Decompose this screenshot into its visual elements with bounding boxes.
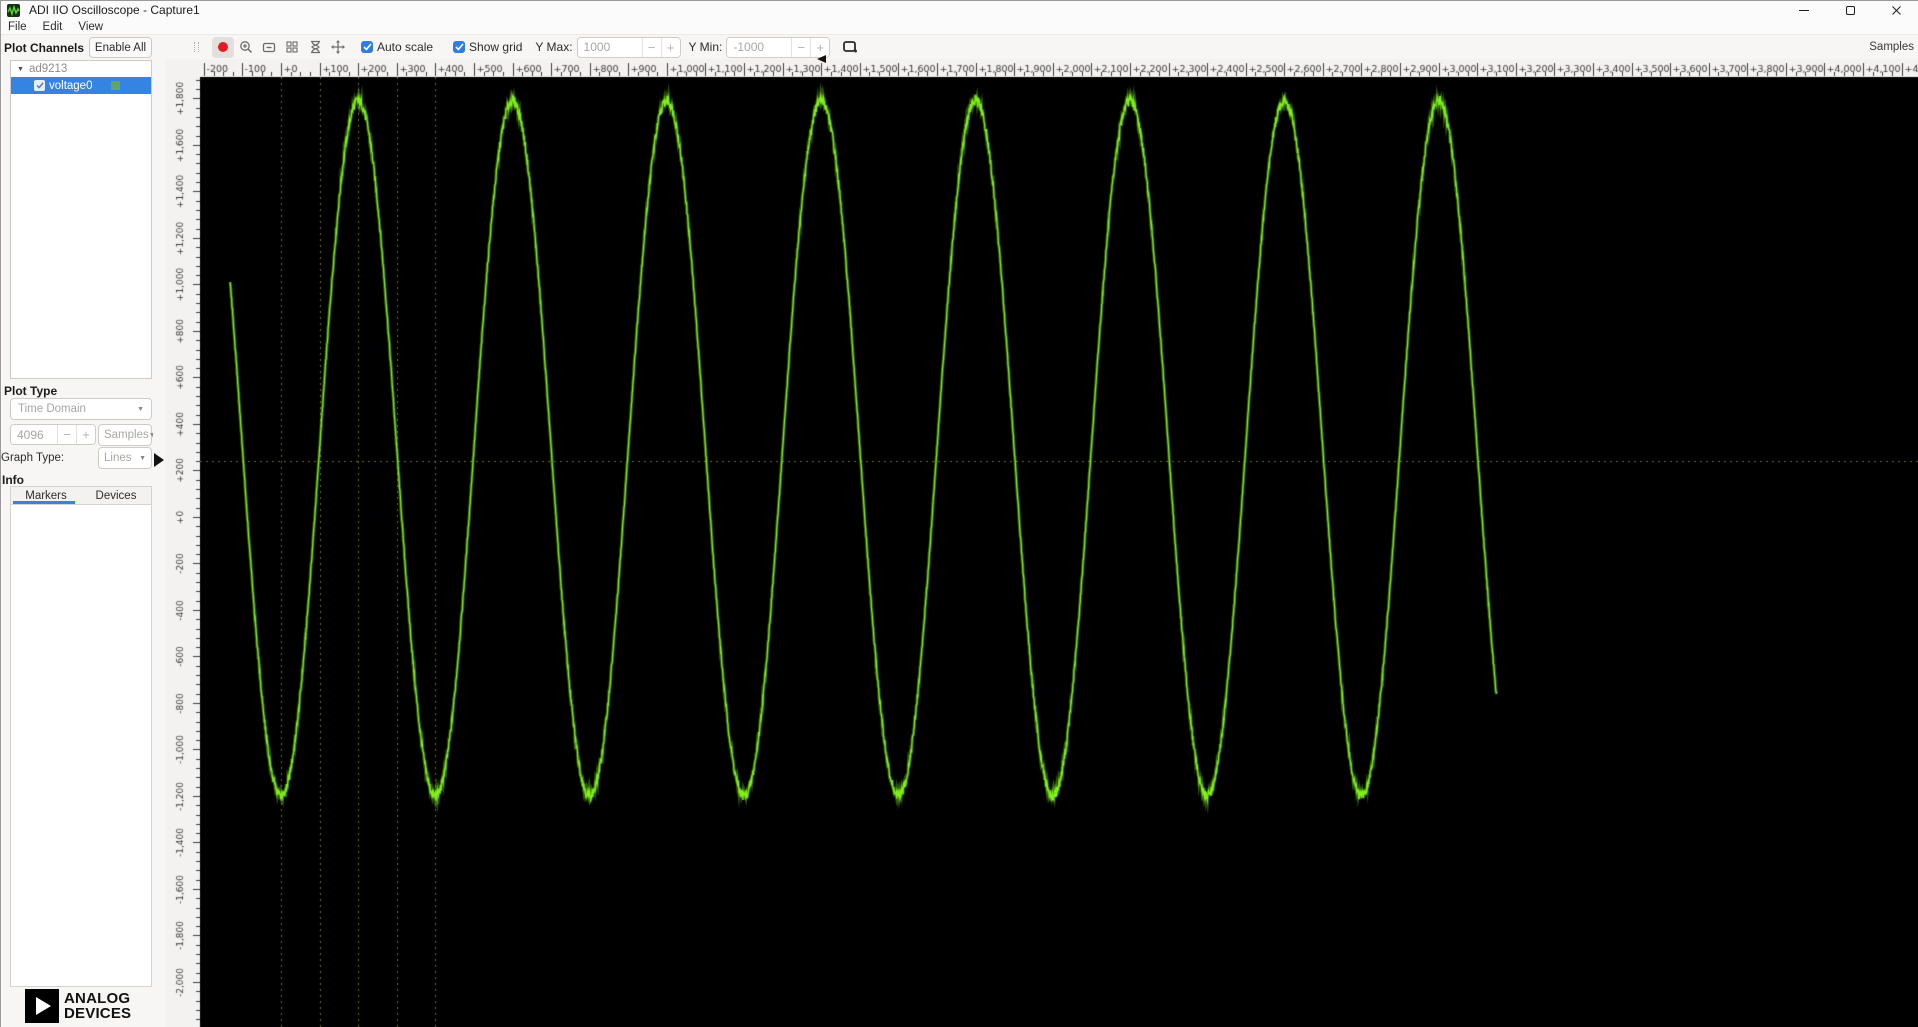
active-tab-underline bbox=[13, 501, 75, 504]
y-marker-arrow-icon[interactable] bbox=[154, 453, 164, 468]
move-button[interactable] bbox=[327, 37, 349, 58]
y-max-decrement-button[interactable]: − bbox=[641, 37, 661, 57]
tab-markers[interactable]: Markers bbox=[11, 487, 81, 504]
y-max-label: Y Max: bbox=[535, 40, 573, 54]
sample-count-spinner: − + bbox=[10, 424, 96, 445]
capture-toolbar: Auto scale Show grid Y Max: − + Y Min: −… bbox=[153, 35, 1918, 59]
y-min-label: Y Min: bbox=[688, 40, 723, 54]
expander-icon[interactable]: ▼ bbox=[17, 66, 24, 73]
y-min-increment-button[interactable]: + bbox=[810, 37, 830, 57]
channel-name: voltage0 bbox=[49, 79, 93, 92]
sample-unit-value: Samples bbox=[104, 429, 149, 441]
menu-view[interactable]: View bbox=[70, 19, 111, 35]
y-min-decrement-button[interactable]: − bbox=[791, 37, 811, 57]
channel-checkbox-checked-icon[interactable] bbox=[34, 80, 45, 91]
plot-type-heading: Plot Type bbox=[4, 384, 58, 398]
maximize-button[interactable] bbox=[1827, 1, 1873, 19]
logo-line2: DEVICES bbox=[64, 1005, 132, 1022]
sample-count-decrement-button[interactable]: − bbox=[57, 425, 76, 444]
sample-count-increment-button[interactable]: + bbox=[76, 425, 95, 444]
zoom-out-button[interactable] bbox=[258, 37, 280, 58]
chevron-down-icon: ▼ bbox=[139, 454, 146, 462]
sidebar: Plot Channels Enable All ▼ ad9213 voltag… bbox=[1, 35, 156, 1027]
y-max-input[interactable] bbox=[577, 37, 642, 57]
graph-type-dropdown[interactable]: Lines ▼ bbox=[98, 447, 152, 469]
y-max-spinner: − + bbox=[576, 36, 681, 58]
logo-line1: ANALOG bbox=[64, 990, 131, 1007]
analog-devices-logo: ANALOG DEVICES bbox=[25, 989, 131, 1023]
oscilloscope-plot-canvas[interactable] bbox=[165, 59, 1918, 1027]
show-grid-checkbox[interactable]: Show grid bbox=[453, 40, 522, 54]
info-tabbar: Markers Devices bbox=[10, 486, 152, 505]
record-icon bbox=[218, 42, 228, 52]
menubar: File Edit View bbox=[1, 19, 1918, 35]
info-panel bbox=[10, 505, 152, 987]
tab-devices[interactable]: Devices bbox=[81, 487, 151, 504]
y-min-input[interactable] bbox=[727, 37, 792, 57]
auto-scale-checkbox[interactable]: Auto scale bbox=[361, 40, 433, 54]
plot-channels-heading: Plot Channels bbox=[4, 41, 85, 55]
device-name: ad9213 bbox=[28, 63, 68, 75]
maximize-icon bbox=[1845, 5, 1855, 15]
auto-scale-label: Auto scale bbox=[377, 40, 434, 54]
graph-type-label: Graph Type: bbox=[1, 452, 65, 464]
close-button[interactable] bbox=[1873, 1, 1918, 19]
tree-device-row-ad9213[interactable]: ▼ ad9213 bbox=[11, 61, 151, 77]
titlebar: ADI IIO Oscilloscope - Capture1 bbox=[1, 1, 1918, 19]
toolbar-grip-handle[interactable] bbox=[194, 42, 200, 52]
chevron-down-icon: ▼ bbox=[137, 405, 144, 413]
zoom-fit-icon bbox=[286, 41, 298, 53]
channel-color-swatch bbox=[111, 81, 120, 90]
adi-logo-icon bbox=[25, 989, 59, 1023]
auto-refresh-button[interactable] bbox=[304, 37, 326, 58]
checkbox-checked-icon bbox=[361, 41, 373, 53]
channel-row-voltage0[interactable]: voltage0 bbox=[11, 77, 151, 94]
minimize-icon bbox=[1799, 10, 1809, 11]
sample-count-input[interactable] bbox=[11, 425, 57, 444]
graph-type-value: Lines bbox=[104, 452, 132, 464]
zoom-out-icon bbox=[262, 42, 276, 53]
x-axis-unit-label: Samples bbox=[1869, 41, 1914, 53]
capture-plot bbox=[165, 59, 1918, 1027]
new-plot-button[interactable] bbox=[839, 37, 861, 58]
x-marker-arrow-icon[interactable] bbox=[817, 55, 827, 63]
plot-type-value: Time Domain bbox=[18, 403, 86, 415]
enable-all-button[interactable]: Enable All bbox=[89, 37, 152, 58]
y-max-increment-button[interactable]: + bbox=[660, 37, 680, 57]
plot-type-dropdown[interactable]: Time Domain ▼ bbox=[10, 398, 152, 420]
record-capture-button[interactable] bbox=[212, 36, 234, 58]
tab-devices-label: Devices bbox=[95, 490, 137, 502]
menu-edit[interactable]: Edit bbox=[35, 19, 71, 35]
y-min-spinner: − + bbox=[726, 36, 831, 58]
minimize-button[interactable] bbox=[1781, 1, 1827, 19]
zoom-in-icon bbox=[240, 41, 253, 54]
show-grid-label: Show grid bbox=[469, 40, 523, 54]
app-icon bbox=[7, 3, 20, 17]
zoom-in-button[interactable] bbox=[235, 37, 257, 58]
move-crosshair-icon bbox=[331, 40, 345, 54]
zoom-fit-button[interactable] bbox=[281, 37, 303, 58]
sample-unit-dropdown[interactable]: Samples ▼ bbox=[98, 424, 156, 446]
info-heading: Info bbox=[2, 473, 24, 487]
new-plot-icon bbox=[842, 41, 857, 53]
close-icon bbox=[1891, 5, 1901, 15]
channel-tree: ▼ ad9213 voltage0 bbox=[10, 60, 152, 379]
pane-splitter[interactable] bbox=[153, 59, 165, 1027]
hourglass-icon bbox=[310, 40, 320, 54]
checkbox-checked-icon bbox=[453, 41, 466, 53]
window-title: ADI IIO Oscilloscope - Capture1 bbox=[29, 3, 200, 17]
menu-file[interactable]: File bbox=[1, 19, 35, 35]
